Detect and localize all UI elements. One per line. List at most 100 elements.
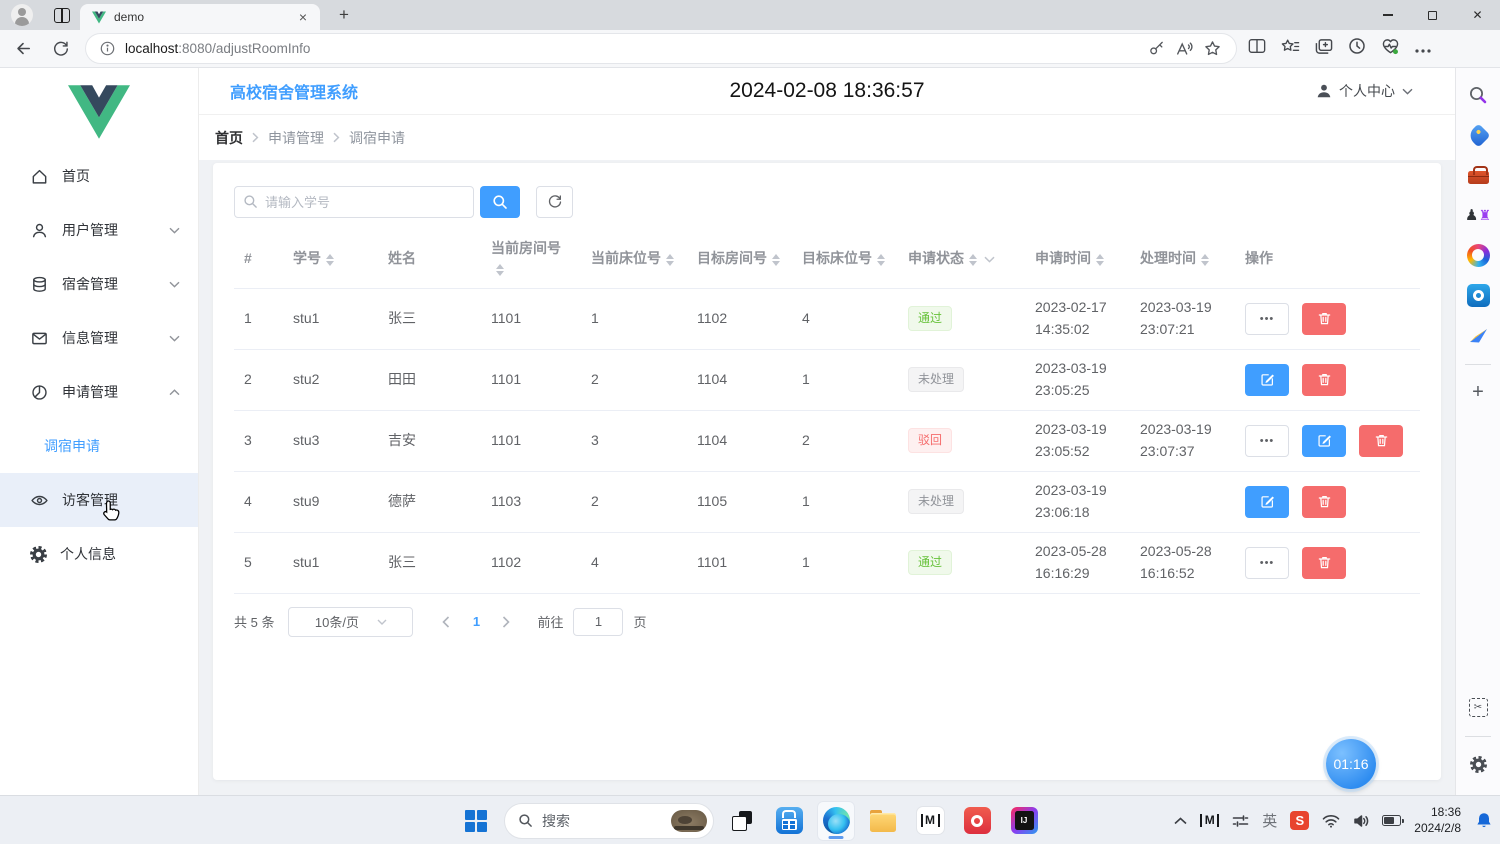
browser-essentials-icon[interactable] [1381, 38, 1400, 60]
new-tab-button[interactable]: + [332, 3, 356, 27]
row-edit-button[interactable] [1302, 425, 1346, 457]
row-more-button[interactable]: ••• [1245, 303, 1289, 335]
sidebar-settings-icon[interactable] [1461, 747, 1495, 781]
tray-sogou-icon[interactable]: S [1290, 811, 1309, 830]
window-minimize-button[interactable] [1365, 0, 1410, 30]
back-button[interactable] [8, 34, 38, 64]
collections-icon[interactable] [1315, 38, 1333, 60]
edge-browser-icon[interactable] [817, 801, 855, 841]
browser-tab[interactable]: demo × [80, 4, 320, 30]
search-button[interactable] [480, 186, 520, 218]
sidebar-item-user-mgmt[interactable]: 用户管理 [0, 203, 198, 257]
sidebar-item-dorm-mgmt[interactable]: 宿舍管理 [0, 257, 198, 311]
screen-recorder-badge[interactable]: 01:16 [1326, 739, 1376, 789]
sidebar-item-room-adjust[interactable]: 调宿申请 [0, 419, 198, 473]
tray-sliders-icon[interactable] [1232, 814, 1249, 828]
sidebar-add-button[interactable]: + [1461, 375, 1495, 409]
sidebar-item-info-mgmt[interactable]: 信息管理 [0, 311, 198, 365]
sidebar-microsoft365-icon[interactable] [1461, 238, 1495, 272]
sidebar-item-visitor-mgmt[interactable]: 访客管理 [0, 473, 198, 527]
row-more-button[interactable]: ••• [1245, 425, 1289, 457]
column-header-target-room[interactable]: 目标房间号 [687, 230, 792, 288]
row-edit-button[interactable] [1245, 364, 1289, 396]
intellij-idea-icon[interactable]: IJ [1005, 801, 1043, 841]
sort-caret-icon[interactable] [877, 254, 885, 266]
read-aloud-icon[interactable] [1170, 36, 1198, 62]
site-info-icon[interactable] [100, 41, 115, 56]
tab-close-icon[interactable]: × [294, 8, 312, 26]
sidebar-shopping-icon[interactable] [1461, 118, 1495, 152]
task-view-button[interactable] [723, 801, 761, 841]
browser-profile-avatar[interactable] [11, 4, 33, 26]
refresh-table-button[interactable] [536, 186, 573, 218]
tray-m-logo-icon[interactable]: M [1200, 814, 1219, 827]
refresh-button[interactable] [46, 34, 76, 64]
tray-notification-bell-icon[interactable] [1476, 812, 1492, 829]
column-header-apply-time[interactable]: 申请时间 [1025, 230, 1130, 288]
window-maximize-button[interactable] [1410, 0, 1455, 30]
breadcrumb-item[interactable]: 申请管理 [268, 128, 324, 148]
file-explorer-icon[interactable] [864, 801, 902, 841]
sidebar-screenshot-icon[interactable]: ✂ [1461, 690, 1495, 724]
sidebar-drop-icon[interactable] [1461, 318, 1495, 352]
row-delete-button[interactable] [1359, 425, 1403, 457]
url-text[interactable]: localhost:8080/adjustRoomInfo [125, 41, 1142, 56]
workspaces-icon[interactable] [54, 8, 70, 23]
tray-battery-icon[interactable] [1382, 815, 1401, 826]
filter-icon[interactable] [984, 256, 995, 263]
sidebar-tools-icon[interactable] [1461, 158, 1495, 192]
sort-caret-icon[interactable] [496, 264, 504, 276]
column-header-target-bed[interactable]: 目标床位号 [792, 230, 898, 288]
sidebar-search-icon[interactable] [1461, 78, 1495, 112]
tray-ime-icon[interactable]: 英 [1262, 810, 1277, 831]
window-close-button[interactable]: ✕ [1455, 0, 1500, 30]
page-size-select[interactable]: 10条/页 [288, 607, 413, 637]
tray-wifi-icon[interactable] [1322, 814, 1340, 828]
column-header-handle-time[interactable]: 处理时间 [1130, 230, 1235, 288]
student-id-search-input[interactable] [234, 186, 474, 218]
goto-page-input[interactable] [573, 608, 623, 636]
next-page-button[interactable] [491, 607, 521, 637]
sort-caret-icon[interactable] [326, 254, 334, 266]
sidebar-games-icon[interactable]: ♟♜ [1461, 198, 1495, 232]
appgallery-icon[interactable] [958, 801, 996, 841]
start-button[interactable] [457, 801, 495, 841]
microsoft-store-icon[interactable] [770, 801, 808, 841]
sort-caret-icon[interactable] [969, 254, 977, 266]
split-screen-icon[interactable] [1248, 38, 1266, 59]
row-edit-button[interactable] [1245, 486, 1289, 518]
favorites-icon[interactable] [1281, 38, 1300, 60]
row-delete-button[interactable] [1302, 303, 1346, 335]
column-header-student-id[interactable]: 学号 [283, 230, 378, 288]
tray-clock[interactable]: 18:36 2024/2/8 [1414, 805, 1461, 836]
sidebar-item-personal-info[interactable]: 个人信息 [0, 527, 198, 581]
tray-volume-icon[interactable] [1353, 814, 1369, 828]
sidebar-item-home[interactable]: 首页 [0, 149, 198, 203]
column-header-current-room[interactable]: 当前房间号 [481, 230, 581, 288]
history-icon[interactable] [1348, 37, 1366, 60]
row-delete-button[interactable] [1302, 364, 1346, 396]
sidebar-outlook-icon[interactable] [1461, 278, 1495, 312]
taskbar-search-box[interactable]: 搜索 [504, 803, 714, 839]
row-delete-button[interactable] [1302, 486, 1346, 518]
browser-more-icon[interactable] [1415, 40, 1431, 58]
row-more-button[interactable]: ••• [1245, 547, 1289, 579]
current-page[interactable]: 1 [461, 614, 491, 629]
m-app-icon[interactable]: M [911, 801, 949, 841]
table-cell: 2023-03-19 23:05:25 [1025, 349, 1130, 410]
breadcrumb-item[interactable]: 首页 [215, 128, 243, 148]
column-header-status[interactable]: 申请状态 [898, 230, 1025, 288]
password-key-icon[interactable] [1142, 36, 1170, 62]
sort-caret-icon[interactable] [1201, 254, 1209, 266]
tray-chevron-up-icon[interactable] [1174, 817, 1187, 825]
column-header-current-bed[interactable]: 当前床位号 [581, 230, 687, 288]
sort-caret-icon[interactable] [1096, 254, 1104, 266]
user-menu[interactable]: 个人中心 [1316, 81, 1413, 101]
prev-page-button[interactable] [431, 607, 461, 637]
address-bar[interactable]: localhost:8080/adjustRoomInfo [86, 34, 1236, 63]
favorite-star-icon[interactable] [1198, 36, 1226, 62]
sort-caret-icon[interactable] [666, 254, 674, 266]
sort-caret-icon[interactable] [772, 254, 780, 266]
row-delete-button[interactable] [1302, 547, 1346, 579]
sidebar-item-apply-mgmt[interactable]: 申请管理 [0, 365, 198, 419]
